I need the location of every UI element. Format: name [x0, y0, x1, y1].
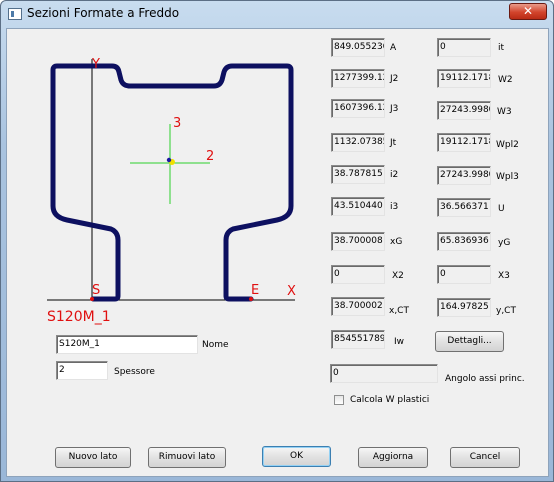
axis-2-label: 2	[206, 149, 214, 164]
thickness-field[interactable]: 2	[56, 361, 108, 380]
name-field[interactable]: S120M_1	[56, 335, 198, 354]
i2-field[interactable]: 38.787815	[331, 165, 385, 184]
section-name-label: S120M_1	[47, 309, 111, 325]
iw-label: Iw	[394, 337, 405, 347]
w3-field[interactable]: 27243.9980	[437, 101, 491, 120]
x-axis-label: X	[287, 284, 296, 299]
x2-field[interactable]: 0	[331, 265, 385, 284]
i3-field[interactable]: 43.510440	[331, 197, 385, 216]
plastic-w-label: Calcola W plastici	[350, 395, 430, 405]
it-label: it	[498, 43, 505, 53]
u-field[interactable]: 36.566371	[437, 198, 491, 217]
thickness-label: Spessore	[114, 367, 155, 377]
shear-center-marker	[166, 157, 172, 163]
w2-field[interactable]: 19112.1718	[437, 69, 491, 88]
wpl2-label: Wpl2	[496, 140, 519, 150]
x3-label: X3	[498, 271, 510, 281]
j2-label: J2	[390, 74, 399, 84]
j3-field[interactable]: 1607396.12	[331, 99, 385, 118]
title-bar[interactable]: Sezioni Formate a Freddo ✕	[1, 1, 553, 27]
area-label: A	[390, 43, 397, 53]
app-icon	[8, 8, 22, 20]
w2-label: W2	[498, 75, 513, 85]
y-axis-label: Y	[91, 57, 100, 72]
area-field[interactable]: 849.055236	[331, 38, 385, 57]
angle-label: Angolo assi princ.	[445, 374, 525, 384]
u-label: U	[498, 204, 505, 214]
jt-label: Jt	[390, 138, 397, 148]
plastic-w-checkbox[interactable]	[334, 395, 344, 405]
cancel-button[interactable]: Cancel	[450, 447, 520, 468]
ok-button[interactable]: OK	[262, 446, 331, 467]
start-label: S	[92, 283, 100, 298]
x3-field[interactable]: 0	[437, 265, 491, 284]
x2-label: X2	[392, 271, 404, 281]
xg-field[interactable]: 38.700008	[331, 232, 385, 251]
section-drawing: Y X 3 2 S E S120M_1	[47, 57, 296, 325]
window-title: Sezioni Formate a Freddo	[27, 6, 180, 20]
yg-label: yG	[498, 238, 511, 248]
y-ct-field[interactable]: 164.97825	[437, 298, 491, 317]
dialog-window: Sezioni Formate a Freddo ✕ Y X 3 2 S E S…	[0, 0, 554, 482]
i2-label: i2	[390, 170, 399, 180]
close-button[interactable]: ✕	[509, 3, 547, 20]
new-side-button[interactable]: Nuovo lato	[55, 447, 131, 468]
update-button[interactable]: Aggiorna	[358, 447, 428, 468]
xg-label: xG	[390, 237, 403, 247]
iw-field[interactable]: 854551789	[331, 330, 385, 349]
dialog-body: Y X 3 2 S E S120M_1 S120M_1 Nome 2 Spess…	[6, 28, 549, 477]
details-button[interactable]: Dettagli...	[435, 331, 504, 352]
remove-side-button[interactable]: Rimuovi lato	[148, 447, 226, 468]
yg-field[interactable]: 65.836936	[437, 232, 491, 251]
i3-label: i3	[390, 202, 399, 212]
j3-label: J3	[390, 104, 399, 114]
name-label: Nome	[202, 340, 229, 350]
x-ct-label: x,CT	[389, 306, 409, 316]
j2-field[interactable]: 1277399.12	[331, 69, 385, 88]
angle-field[interactable]: 0	[330, 364, 438, 383]
jt-field[interactable]: 1132.07385	[331, 133, 385, 152]
w3-label: W3	[497, 107, 512, 117]
axis-3-label: 3	[173, 116, 181, 131]
section-profile	[50, 63, 294, 302]
x-ct-field[interactable]: 38.700002	[331, 297, 385, 316]
y-ct-label: y,CT	[496, 306, 516, 316]
it-field[interactable]: 0	[437, 38, 491, 57]
wpl2-field[interactable]: 19112.1718	[437, 133, 491, 152]
end-label: E	[251, 283, 259, 298]
wpl3-label: Wpl3	[496, 172, 519, 182]
wpl3-field[interactable]: 27243.9980	[437, 166, 491, 185]
